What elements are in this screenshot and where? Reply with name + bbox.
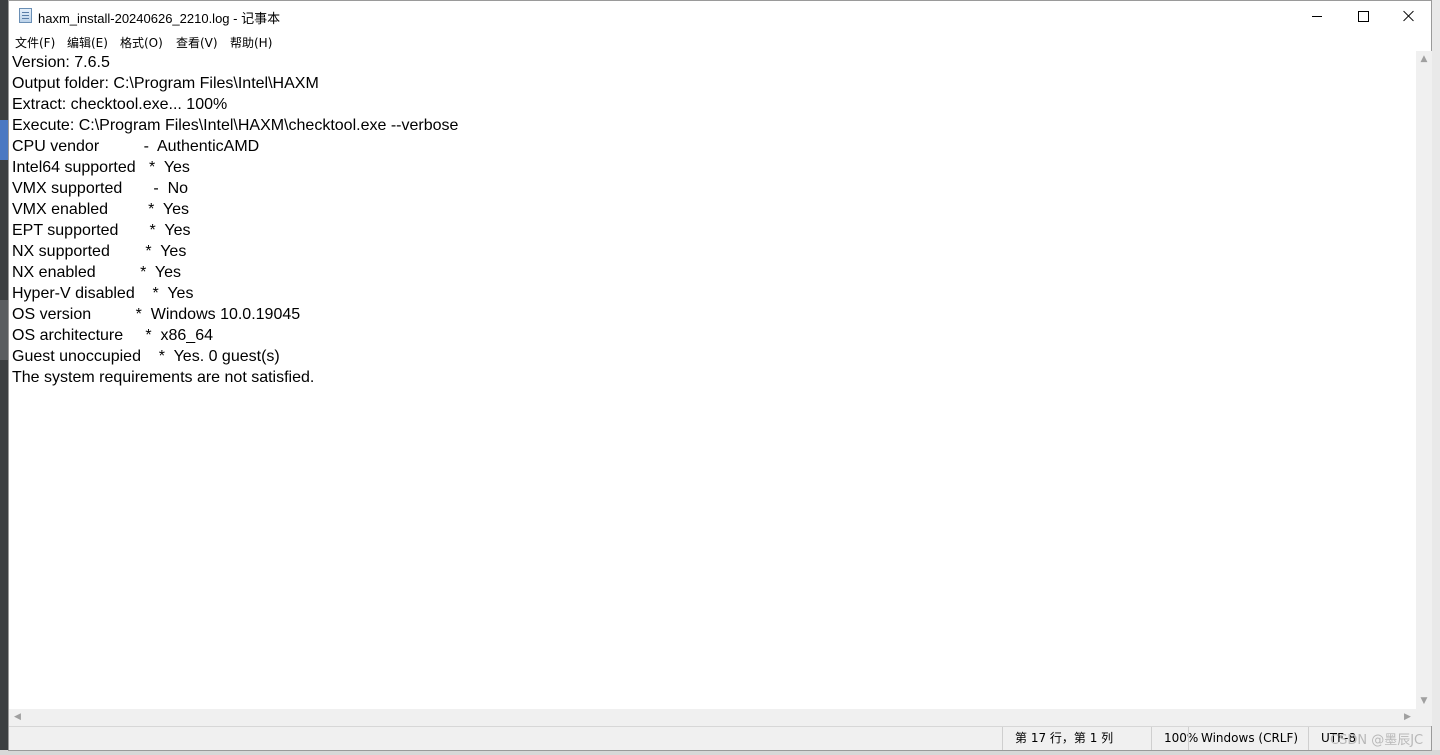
menu-file[interactable]: 文件(F)	[15, 34, 55, 51]
text-line: Execute: C:\Program Files\Intel\HAXM\che…	[12, 117, 459, 134]
watermark: CSDN @墨辰JC	[1330, 733, 1424, 748]
notepad-window: haxm_install-20240626_2210.log - 记事本 文件(…	[8, 0, 1432, 751]
maximize-button[interactable]	[1340, 1, 1386, 31]
text-line: VMX enabled * Yes	[12, 201, 189, 218]
background-left	[0, 0, 8, 755]
close-button[interactable]	[1386, 1, 1432, 31]
text-line: Guest unoccupied * Yes. 0 guest(s)	[12, 348, 280, 365]
text-line: CPU vendor - AuthenticAMD	[12, 138, 260, 155]
menu-bar: 文件(F) 编辑(E) 格式(O) 查看(V) 帮助(H)	[9, 31, 1431, 51]
window-title: haxm_install-20240626_2210.log - 记事本	[38, 11, 281, 26]
text-line: OS version * Windows 10.0.19045	[12, 306, 301, 323]
text-line: VMX supported - No	[12, 180, 189, 197]
background-sliver	[0, 300, 8, 360]
cursor-position: 第 17 行，第 1 列	[1002, 727, 1145, 750]
title-bar[interactable]: haxm_install-20240626_2210.log - 记事本	[9, 1, 1431, 31]
line-ending: Windows (CRLF)	[1188, 727, 1311, 750]
scroll-right-icon[interactable]: ▶	[1399, 709, 1416, 726]
background-sliver	[0, 120, 8, 160]
minimize-icon	[1312, 15, 1322, 17]
status-bar: 第 17 行，第 1 列 100% Windows (CRLF) UTF-8	[9, 726, 1431, 750]
text-line: EPT supported * Yes	[12, 222, 191, 239]
background-right	[1432, 0, 1440, 755]
maximize-icon	[1357, 10, 1369, 22]
text-line: NX enabled * Yes	[12, 264, 181, 281]
text-line: Hyper-V disabled * Yes	[12, 285, 194, 302]
text-line: NX supported * Yes	[12, 243, 187, 260]
menu-view[interactable]: 查看(V)	[176, 34, 218, 51]
scroll-up-icon[interactable]: ▲	[1416, 51, 1432, 67]
vertical-scrollbar[interactable]: ▲ ▼	[1416, 51, 1432, 709]
text-line: Output folder: C:\Program Files\Intel\HA…	[12, 75, 319, 92]
notepad-icon	[19, 8, 32, 23]
scroll-down-icon[interactable]: ▼	[1416, 693, 1432, 709]
text-line: The system requirements are not satisfie…	[12, 369, 315, 386]
close-icon	[1403, 10, 1415, 22]
text-line: OS architecture * x86_64	[12, 327, 213, 344]
text-editor[interactable]: Version: 7.6.5 Output folder: C:\Program…	[9, 51, 1416, 709]
horizontal-scrollbar[interactable]: ◀ ▶	[9, 709, 1416, 726]
minimize-button[interactable]	[1294, 1, 1340, 31]
menu-format[interactable]: 格式(O)	[120, 34, 163, 51]
menu-help[interactable]: 帮助(H)	[230, 34, 272, 51]
menu-edit[interactable]: 编辑(E)	[67, 34, 108, 51]
scrollbar-corner	[1416, 709, 1432, 726]
scroll-left-icon[interactable]: ◀	[9, 709, 26, 726]
text-line: Extract: checktool.exe... 100%	[12, 96, 228, 113]
text-line: Intel64 supported * Yes	[12, 159, 190, 176]
text-line: Version: 7.6.5	[12, 54, 110, 71]
